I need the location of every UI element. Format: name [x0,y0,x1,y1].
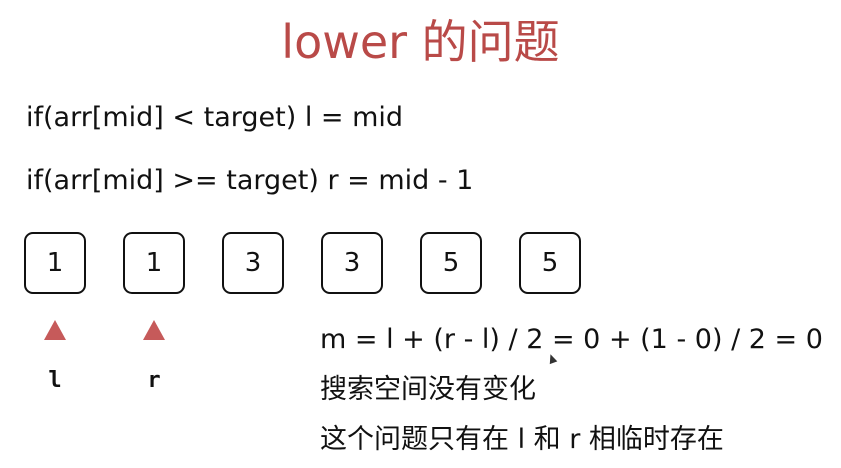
note-adjacent-condition: 这个问题只有在 l 和 r 相临时存在 [320,424,724,455]
note-search-space: 搜索空间没有变化 [320,374,536,405]
midpoint-formula: m = l + (r - l) / 2 = 0 + (1 - 0) / 2 = … [320,324,823,355]
array-cell: 3 [321,232,383,294]
right-pointer-label: r [147,368,161,393]
array-cell: 3 [222,232,284,294]
right-pointer: r [134,320,174,394]
left-pointer-label: l [48,368,62,393]
array-cell: 1 [123,232,185,294]
array-cell: 5 [420,232,482,294]
array-cell: 1 [24,232,86,294]
left-pointer-arrow-icon [44,320,66,340]
right-pointer-arrow-icon [143,320,165,340]
code-line-upper-condition: if(arr[mid] >= target) r = mid - 1 [26,165,474,196]
left-pointer: l [35,320,75,394]
code-line-lower-condition: if(arr[mid] < target) l = mid [26,102,404,133]
slide-title: lower 的问题 [281,15,560,69]
array-cell: 5 [519,232,581,294]
